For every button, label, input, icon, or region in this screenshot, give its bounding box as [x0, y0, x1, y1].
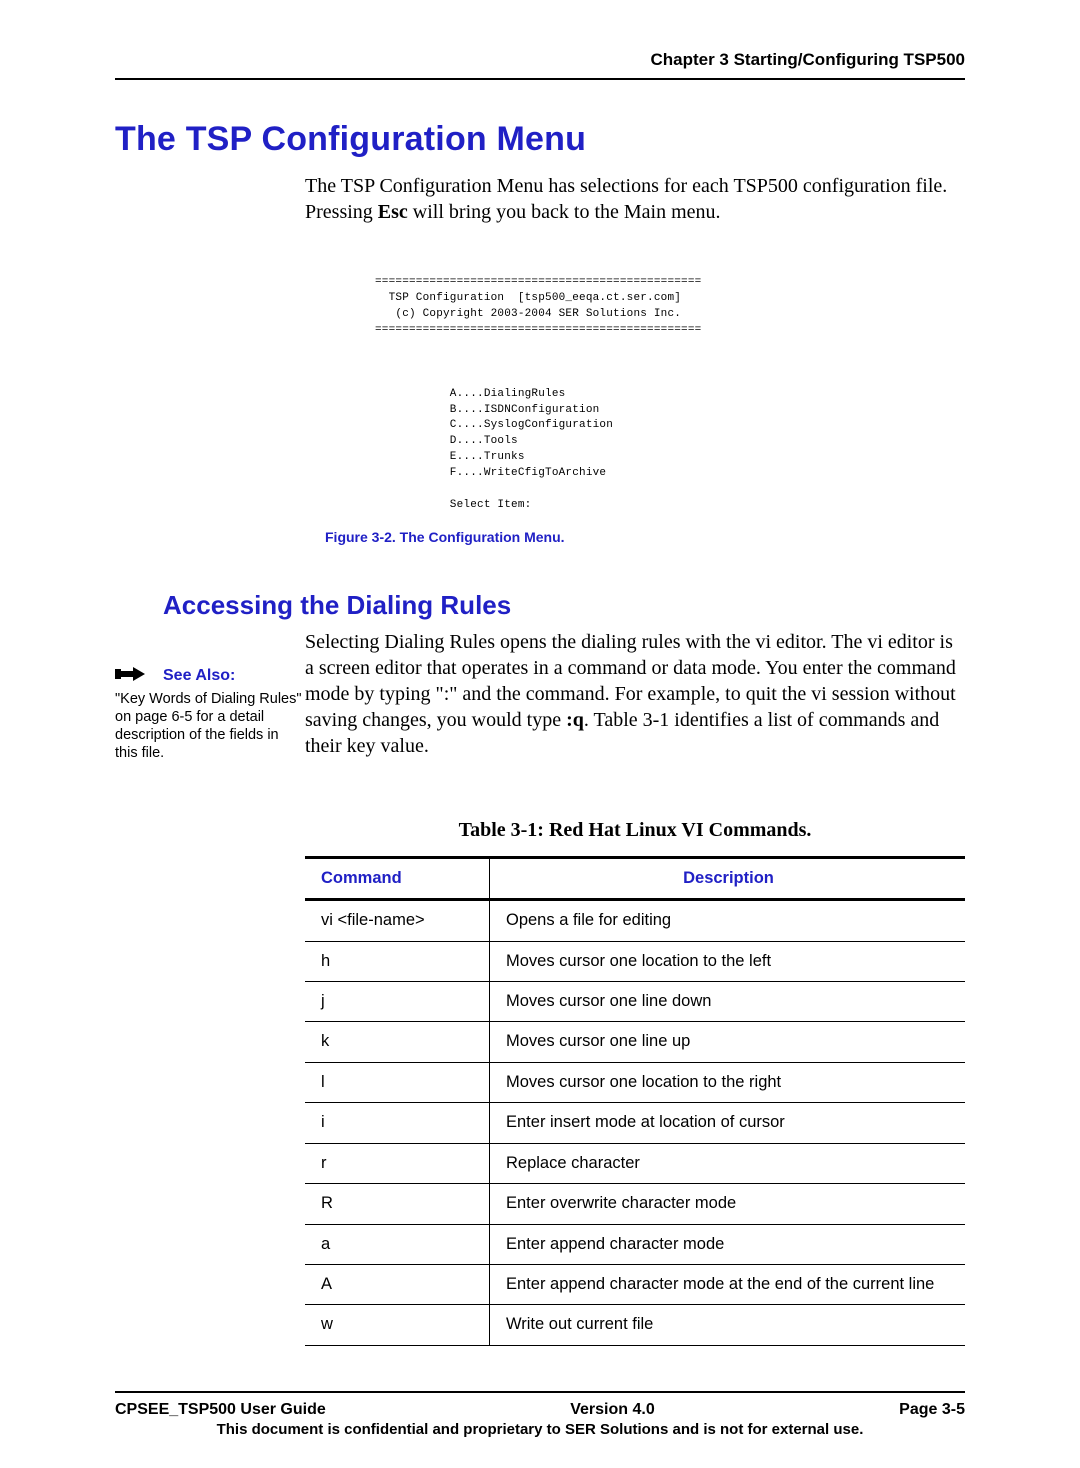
table-header-command: Command: [305, 858, 490, 900]
table-row: REnter overwrite character mode: [305, 1184, 965, 1224]
footer-right: Page 3-5: [899, 1401, 965, 1419]
see-also-block: See Also: "Key Words of Dialing Rules" o…: [115, 665, 305, 763]
subsection-paragraph: Selecting Dialing Rules opens the dialin…: [305, 629, 965, 759]
vi-commands-table: Command Description vi <file-name>Opens …: [305, 856, 965, 1346]
para-bold: Esc: [378, 201, 408, 223]
subsection-title: Accessing the Dialing Rules: [163, 590, 965, 621]
table-row: iEnter insert mode at location of cursor: [305, 1103, 965, 1143]
figure-caption: Figure 3-2. The Configuration Menu.: [325, 529, 965, 545]
table-row: aEnter append character mode: [305, 1224, 965, 1264]
footer-left: CPSEE_TSP500 User Guide: [115, 1401, 326, 1419]
para-text: will bring you back to the Main menu.: [408, 201, 721, 223]
table-row: vi <file-name>Opens a file for editing: [305, 900, 965, 941]
footer-note: This document is confidential and propri…: [115, 1421, 965, 1438]
table-row: lMoves cursor one location to the right: [305, 1062, 965, 1102]
see-also-body: "Key Words of Dialing Rules" on page 6-5…: [115, 690, 305, 763]
page-footer: CPSEE_TSP500 User Guide Version 4.0 Page…: [115, 1391, 965, 1438]
para-bold: :q: [566, 709, 584, 731]
table-row: kMoves cursor one line up: [305, 1022, 965, 1062]
section-title: The TSP Configuration Menu: [115, 120, 965, 159]
table-row: wWrite out current file: [305, 1305, 965, 1345]
footer-center: Version 4.0: [570, 1401, 655, 1419]
table-header-description: Description: [490, 858, 966, 900]
table-row: hMoves cursor one location to the left: [305, 941, 965, 981]
table-row: rReplace character: [305, 1143, 965, 1183]
table-caption: Table 3-1: Red Hat Linux VI Commands.: [305, 819, 965, 842]
page-header: Chapter 3 Starting/Configuring TSP500: [115, 50, 965, 80]
terminal-output: ========================================…: [375, 275, 965, 514]
section-paragraph: The TSP Configuration Menu has selection…: [305, 173, 965, 225]
table-row: AEnter append character mode at the end …: [305, 1265, 965, 1305]
see-also-label: See Also:: [163, 667, 235, 684]
pointing-hand-icon: [115, 665, 159, 688]
table-row: jMoves cursor one line down: [305, 981, 965, 1021]
